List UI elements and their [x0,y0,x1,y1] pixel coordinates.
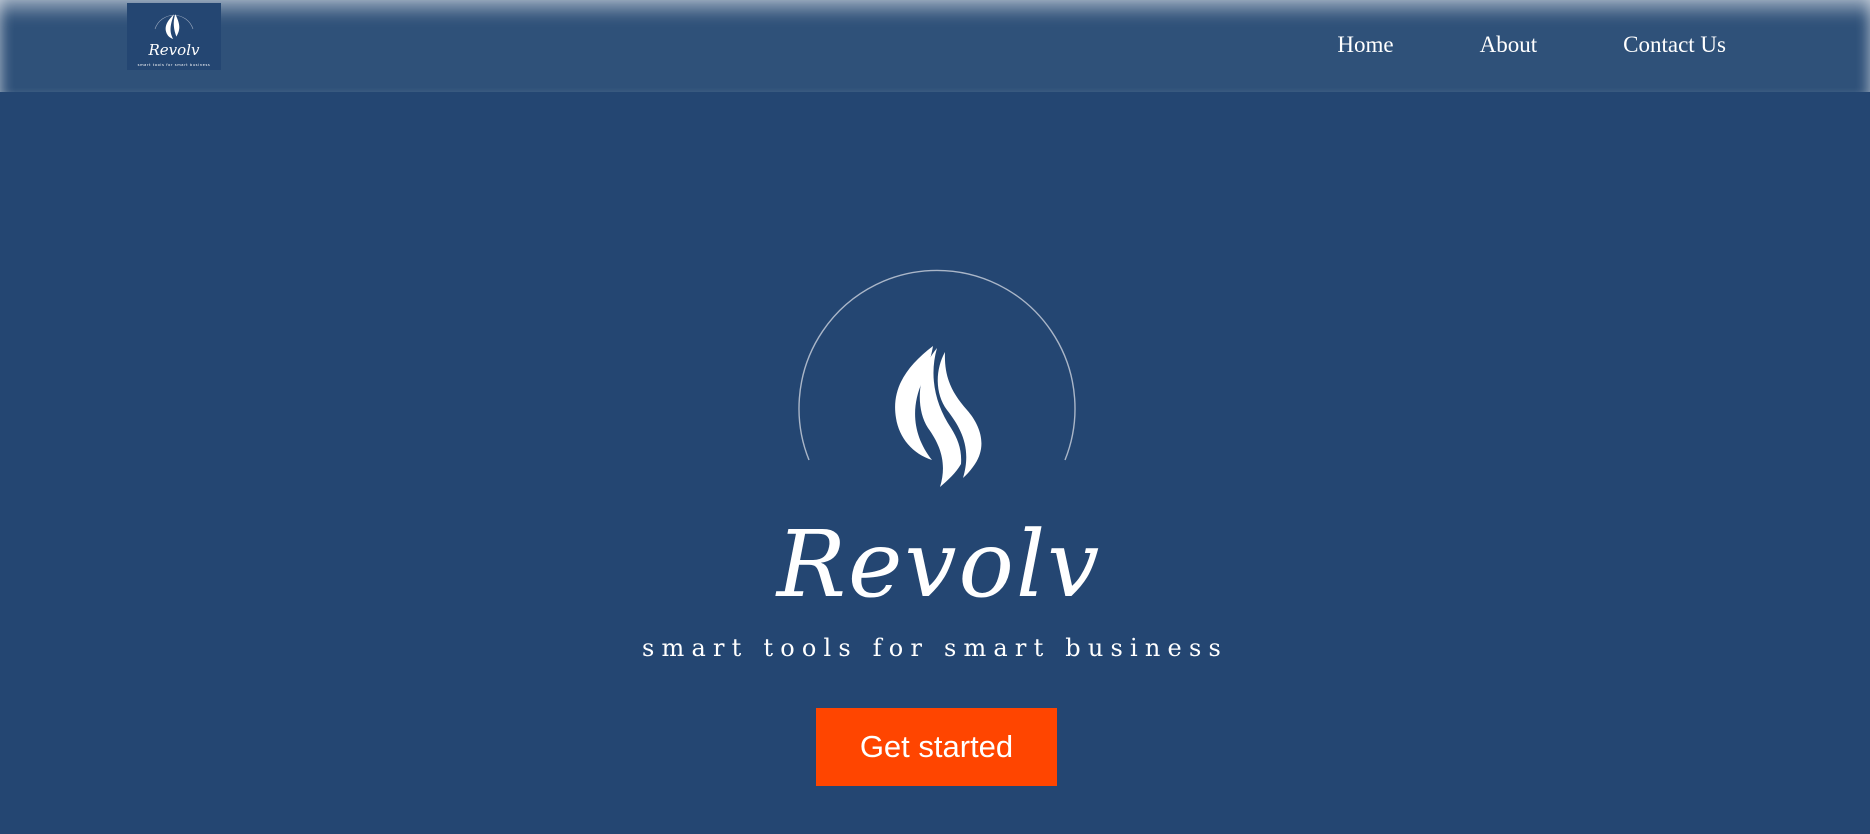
nav-link-about[interactable]: About [1480,29,1538,61]
logo-tagline: smart tools for smart business [138,63,211,67]
nav-logo[interactable]: Revolv smart tools for smart business [127,3,221,70]
hero-brand-name: Revolv [776,511,1102,618]
hero-tagline: smart tools for smart business [642,634,1228,662]
hero-emblem [798,269,1076,487]
nav-link-home[interactable]: Home [1337,29,1393,61]
nav-link-contact-us[interactable]: Contact Us [1623,29,1726,61]
get-started-button[interactable]: Get started [816,708,1057,786]
page: Revolv smart tools for smart business Ho… [0,0,1870,834]
nav-links: Home About Contact Us [1337,29,1726,61]
navbar: Revolv smart tools for smart business Ho… [0,0,1870,92]
flame-icon [895,346,982,487]
logo-brand: Revolv [148,41,200,59]
